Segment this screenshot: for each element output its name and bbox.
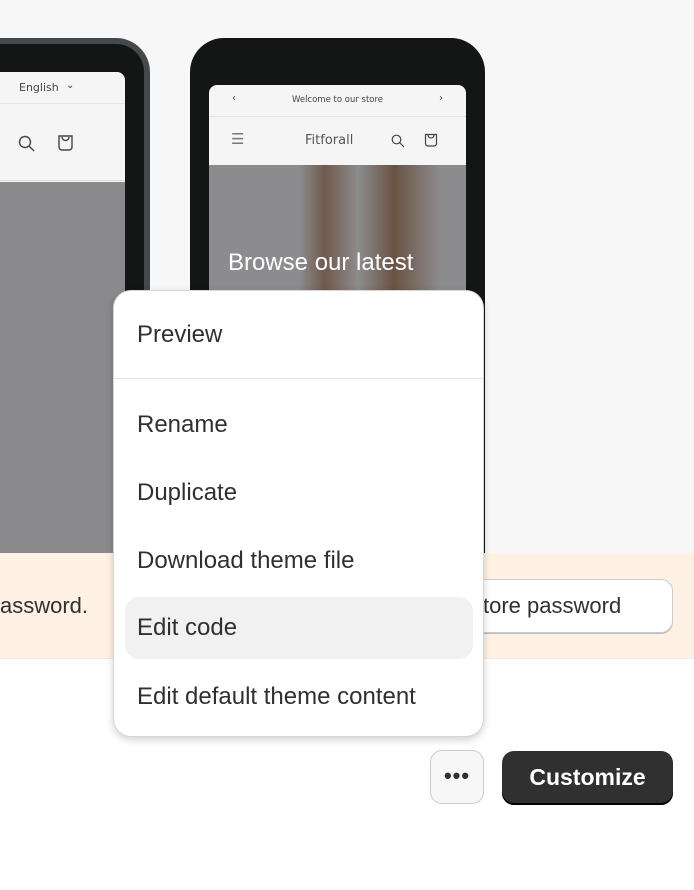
customize-button[interactable]: Customize xyxy=(502,751,673,805)
cart-icon xyxy=(58,135,73,151)
menu-icon: ☰ xyxy=(231,130,245,148)
hero-image xyxy=(0,182,125,553)
search-icon xyxy=(18,135,35,152)
search-icon xyxy=(391,134,405,148)
menu-item-duplicate[interactable]: Duplicate xyxy=(125,462,473,524)
menu-divider xyxy=(114,378,483,379)
more-actions-button[interactable]: ••• xyxy=(430,750,484,804)
announcement-text: Welcome to our store xyxy=(291,95,384,105)
chevron-right-icon: › xyxy=(439,93,443,104)
menu-item-rename[interactable]: Rename xyxy=(125,394,473,456)
cart-icon xyxy=(424,133,438,147)
language-selector: English xyxy=(19,81,59,94)
chevron-down-icon: ⌄ xyxy=(66,80,75,91)
chevron-left-icon: ‹ xyxy=(232,93,236,104)
hero-heading: Browse our latest xyxy=(228,249,414,276)
banner-text: assword. xyxy=(0,593,89,618)
preview-screen: English ⌄ xyxy=(0,72,125,553)
store-name: Fitforall xyxy=(305,133,354,148)
menu-item-download-theme-file[interactable]: Download theme file xyxy=(125,530,473,592)
menu-item-edit-code[interactable]: Edit code xyxy=(125,597,473,659)
theme-actions-menu: Preview Rename Duplicate Download theme … xyxy=(113,290,484,737)
menu-item-preview[interactable]: Preview xyxy=(125,304,473,366)
menu-item-edit-default-theme-content[interactable]: Edit default theme content xyxy=(125,666,473,728)
